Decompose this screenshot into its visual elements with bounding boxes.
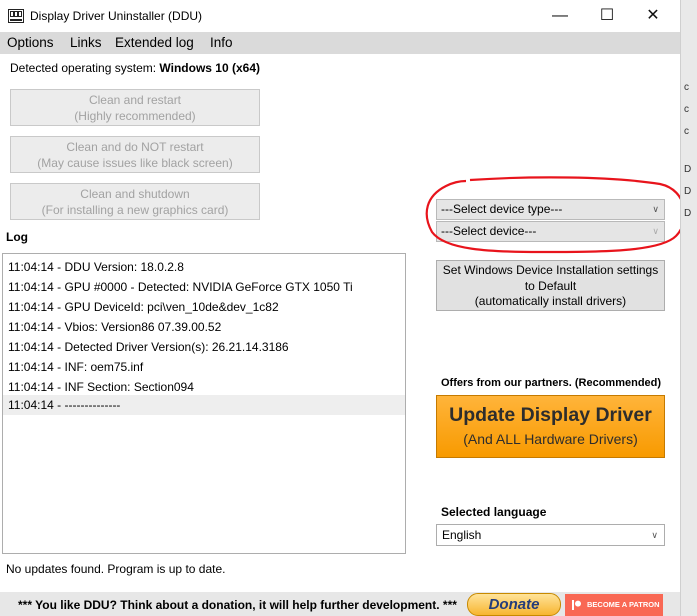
button-line-3: (automatically install drivers) [474, 294, 627, 308]
partners-label: Offers from our partners. (Recommended) [441, 377, 662, 389]
log-entry[interactable]: 11:04:14 - Vbios: Version86 07.39.00.52 [3, 317, 405, 337]
donation-message: *** You like DDU? Think about a donation… [18, 598, 457, 612]
ddu-window: Display Driver Uninstaller (DDU) — ☐ ✕ O… [0, 0, 681, 616]
button-line-2: to Default [524, 278, 577, 293]
donate-button[interactable]: Donate [467, 593, 561, 616]
log-entry[interactable]: 11:04:14 - INF: oem75.inf [3, 357, 405, 377]
red-circle-annotation [425, 176, 680, 254]
update-driver-banner[interactable]: Update Display Driver (And ALL Hardware … [436, 395, 665, 458]
update-status: No updates found. Program is up to date. [6, 562, 226, 576]
chevron-down-icon: ∨ [651, 530, 658, 540]
banner-subtitle: (And ALL Hardware Drivers) [463, 431, 638, 447]
language-value: English [442, 528, 482, 542]
log-entry[interactable]: 11:04:14 - INF Section: Section094 [3, 377, 405, 397]
language-select[interactable]: English ∨ [436, 524, 665, 546]
log-entry-selected[interactable]: 11:04:14 - -------------- [3, 395, 405, 415]
background-text-fragment: c [684, 126, 689, 137]
language-label: Selected language [441, 505, 547, 519]
background-text-fragment: c [684, 104, 689, 115]
background-window-edge: c c c D D D [680, 0, 697, 616]
log-entry[interactable]: 11:04:14 - Detected Driver Version(s): 2… [3, 337, 405, 357]
set-windows-device-defaults-button[interactable]: Set Windows Device Installation settings… [436, 260, 665, 311]
background-text-fragment: c [684, 82, 689, 93]
become-patron-button[interactable]: BECOME A PATRON [565, 594, 663, 616]
log-entry[interactable]: 11:04:14 - GPU DeviceId: pci\ven_10de&de… [3, 297, 405, 317]
background-text-fragment: D [684, 164, 692, 175]
background-text-fragment: D [684, 208, 692, 219]
banner-title: Update Display Driver [449, 404, 652, 426]
patreon-icon [572, 600, 581, 610]
patron-label: BECOME A PATRON [587, 600, 660, 609]
background-text-fragment: D [684, 186, 692, 197]
button-line-1: Set Windows Device Installation settings [442, 263, 659, 277]
